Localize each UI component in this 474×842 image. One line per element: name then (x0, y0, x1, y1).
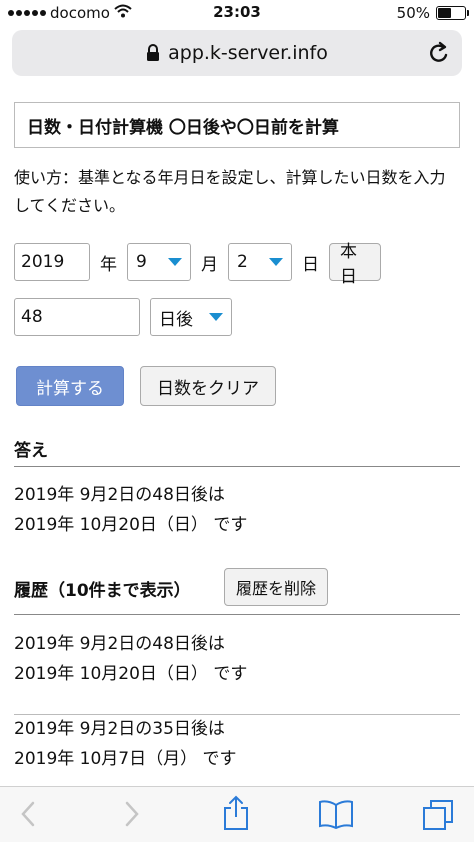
today-button[interactable]: 本日 (329, 242, 381, 287)
address-bar[interactable]: app.k-server.info (12, 30, 462, 76)
list-item: 2019年 9月2日の48日後は 2019年 10月20日（日） です (14, 629, 247, 689)
direction-value: 日後 (159, 309, 193, 330)
calculate-button[interactable]: 計算する (16, 366, 124, 406)
days-input[interactable]: 48 (14, 298, 140, 336)
history-line-2: 2019年 10月20日（日） です (14, 664, 248, 684)
status-bar: docomo 23:03 50% (0, 0, 474, 26)
history-heading: 履歴（10件まで表示） (14, 581, 191, 601)
instructions-text: 使い方：基準となる年月日を設定し、計算したい日数を入力してください。 (14, 168, 446, 215)
dropdown-arrow-icon (168, 258, 182, 266)
lock-icon (146, 44, 160, 62)
answer-line-2: 2019年 10月20日（日） です (14, 515, 248, 535)
month-unit-label: 月 (201, 254, 218, 275)
dropdown-arrow-icon (209, 313, 223, 321)
year-input[interactable]: 2019 (14, 243, 90, 281)
dropdown-arrow-icon (269, 258, 283, 266)
url-text: app.k-server.info (168, 42, 328, 64)
answer-heading: 答え (14, 441, 48, 461)
answer-result: 2019年 9月2日の48日後は 2019年 10月20日（日） です (14, 480, 247, 540)
page-title: 日数・日付計算機 〇日後や〇日前を計算 (14, 102, 460, 148)
delete-history-button[interactable]: 履歴を削除 (224, 568, 328, 606)
days-input-row: 48 日後 (14, 298, 232, 336)
battery-area: 50% (396, 4, 469, 22)
day-value: 2 (237, 252, 248, 272)
history-line-2: 2019年 10月7日（月） です (14, 749, 237, 769)
history-line-1: 2019年 9月2日の48日後は (14, 634, 225, 654)
share-icon[interactable] (222, 795, 250, 831)
list-item: 2019年 9月2日の35日後は 2019年 10月7日（月） です (14, 714, 237, 774)
answer-line-1: 2019年 9月2日の48日後は (14, 485, 225, 505)
month-select[interactable]: 9 (127, 243, 191, 281)
year-unit-label: 年 (100, 254, 117, 275)
action-buttons: 計算する 日数をクリア (16, 366, 276, 406)
day-select[interactable]: 2 (228, 243, 292, 281)
month-value: 9 (136, 252, 147, 272)
tabs-icon[interactable] (422, 799, 454, 831)
browser-toolbar (0, 786, 474, 842)
date-input-row: 2019 年 9 月 2 日 本日 (14, 242, 381, 287)
divider (14, 614, 460, 615)
direction-select[interactable]: 日後 (150, 298, 232, 336)
back-icon[interactable] (18, 799, 38, 829)
bookmarks-icon[interactable] (318, 799, 354, 829)
reload-icon[interactable] (428, 41, 450, 65)
day-unit-label: 日 (302, 254, 319, 275)
clear-days-button[interactable]: 日数をクリア (140, 366, 276, 406)
page-content: 日数・日付計算機 〇日後や〇日前を計算 使い方：基準となる年月日を設定し、計算し… (0, 86, 474, 786)
battery-percent: 50% (396, 4, 430, 22)
history-line-1: 2019年 9月2日の35日後は (14, 719, 225, 739)
battery-icon (436, 6, 469, 20)
forward-icon[interactable] (122, 799, 142, 829)
divider (14, 466, 460, 467)
